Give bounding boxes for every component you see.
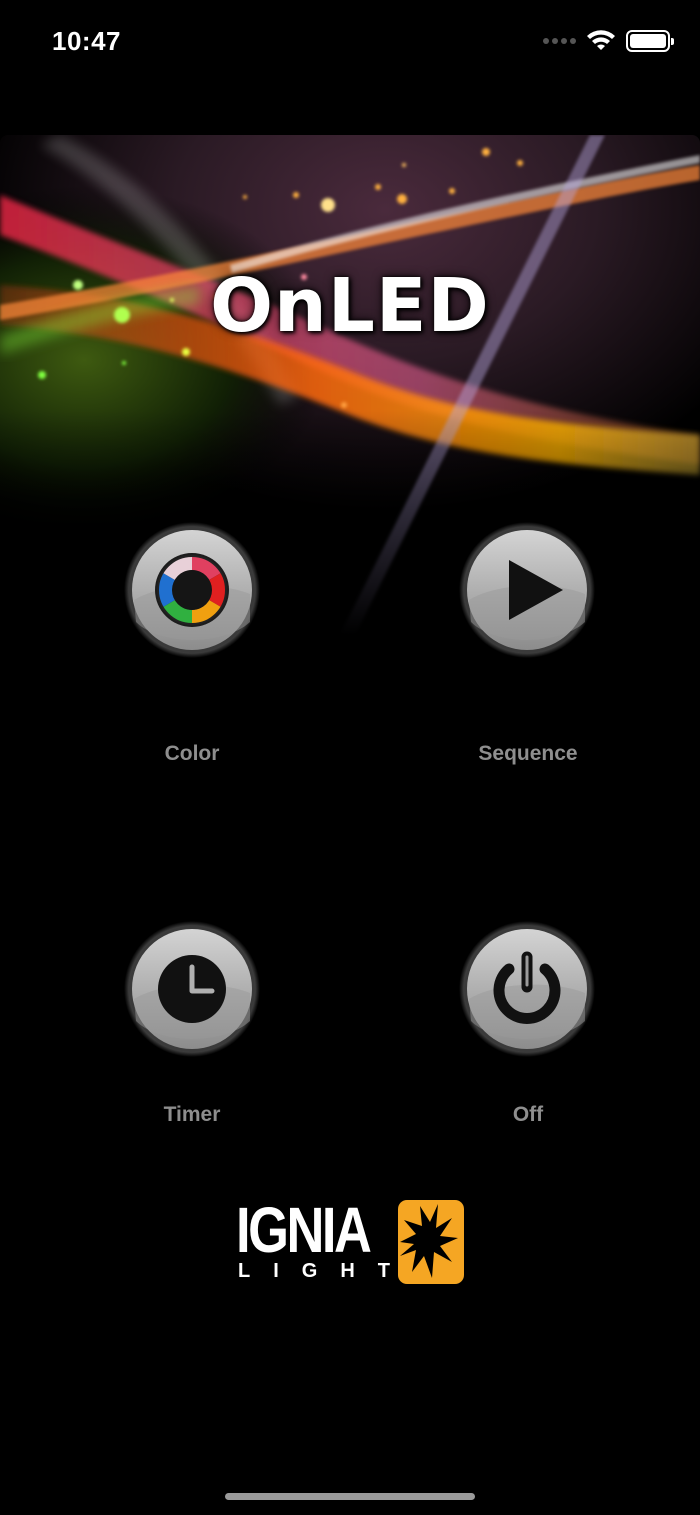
clock-icon xyxy=(124,921,260,1057)
wifi-icon xyxy=(587,30,615,50)
color-wheel-icon xyxy=(124,522,260,658)
color-label: Color xyxy=(164,742,220,765)
battery-icon xyxy=(626,30,674,52)
play-icon xyxy=(459,522,595,658)
color-button[interactable] xyxy=(124,522,260,658)
logo-wordmark: IGNIA xyxy=(236,1194,372,1266)
sequence-button[interactable] xyxy=(459,522,595,658)
home-indicator[interactable] xyxy=(225,1493,475,1500)
power-icon xyxy=(459,921,595,1057)
light-streaks-image xyxy=(0,135,700,635)
hero-banner: OnLED xyxy=(0,135,700,635)
off-label: Off xyxy=(512,1103,544,1126)
app-title: OnLED xyxy=(210,263,490,349)
status-icons xyxy=(543,30,674,52)
status-bar: 10:47 xyxy=(0,0,700,90)
timer-label: Timer xyxy=(163,1103,221,1126)
ignia-light-logo: IGNIA LIGHT xyxy=(236,1198,466,1288)
sequence-label: Sequence xyxy=(478,742,578,765)
cellular-signal-icon xyxy=(543,38,576,44)
sunburst-logo-icon xyxy=(398,1200,464,1284)
logo-subtitle: LIGHT xyxy=(238,1260,413,1282)
status-time: 10:47 xyxy=(52,26,121,56)
timer-button[interactable] xyxy=(124,921,260,1057)
off-button[interactable] xyxy=(459,921,595,1057)
